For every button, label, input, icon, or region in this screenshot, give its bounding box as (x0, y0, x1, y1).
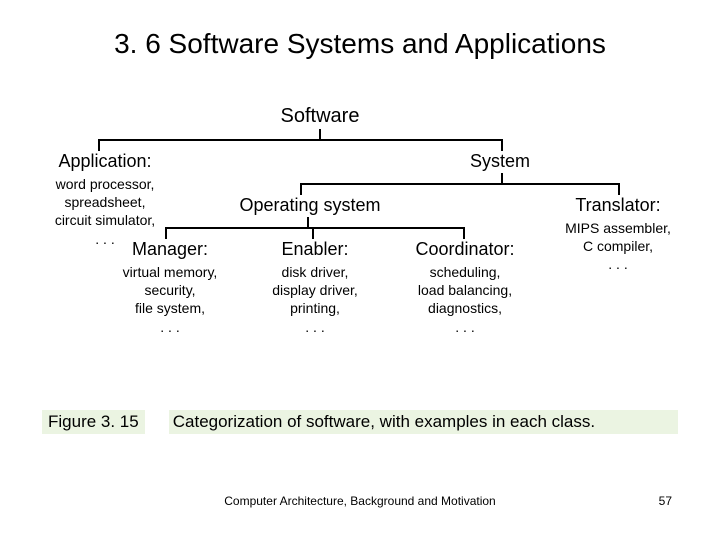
figure-text: Categorization of software, with example… (169, 410, 678, 434)
coordinator-ex1: scheduling, (430, 264, 501, 280)
node-translator-examples: MIPS assembler, C compiler, . . . (548, 219, 688, 274)
slide-title: 3. 6 Software Systems and Applications (0, 28, 720, 60)
manager-ex3: file system, (135, 300, 205, 316)
enabler-ex1: disk driver, (282, 264, 349, 280)
node-coordinator-head: Coordinator: (400, 239, 530, 260)
node-coordinator-examples: scheduling, load balancing, diagnostics,… (400, 263, 530, 336)
node-manager-examples: virtual memory, security, file system, .… (100, 263, 240, 336)
manager-dots: . . . (160, 319, 179, 335)
node-application-examples: word processor, spreadsheet, circuit sim… (30, 175, 180, 248)
node-translator-head: Translator: (558, 195, 678, 216)
enabler-ex2: display driver, (272, 282, 358, 298)
coordinator-ex3: diagnostics, (428, 300, 502, 316)
translator-ex1: MIPS assembler, (565, 220, 671, 236)
manager-ex2: security, (144, 282, 195, 298)
page-number: 57 (659, 494, 672, 508)
application-ex1: word processor, (56, 176, 155, 192)
software-tree-diagram: Software Application: word processor, sp… (50, 105, 670, 390)
translator-dots: . . . (608, 256, 627, 272)
coordinator-ex2: load balancing, (418, 282, 512, 298)
footer-text: Computer Architecture, Background and Mo… (0, 494, 720, 508)
node-os-head: Operating system (220, 195, 400, 216)
application-ex3: circuit simulator, (55, 212, 155, 228)
node-enabler-head: Enabler: (260, 239, 370, 260)
manager-ex1: virtual memory, (123, 264, 218, 280)
node-system-head: System (450, 151, 550, 172)
node-application-head: Application: (45, 151, 165, 172)
enabler-dots: . . . (305, 319, 324, 335)
node-root: Software (260, 105, 380, 128)
coordinator-dots: . . . (455, 319, 474, 335)
slide: 3. 6 Software Systems and Applications S… (0, 0, 720, 540)
enabler-ex3: printing, (290, 300, 340, 316)
figure-label: Figure 3. 15 (42, 410, 145, 434)
node-manager-head: Manager: (110, 239, 230, 260)
node-enabler-examples: disk driver, display driver, printing, .… (250, 263, 380, 336)
application-ex2: spreadsheet, (65, 194, 146, 210)
figure-caption: Figure 3. 15 Categorization of software,… (42, 410, 678, 434)
translator-ex2: C compiler, (583, 238, 653, 254)
